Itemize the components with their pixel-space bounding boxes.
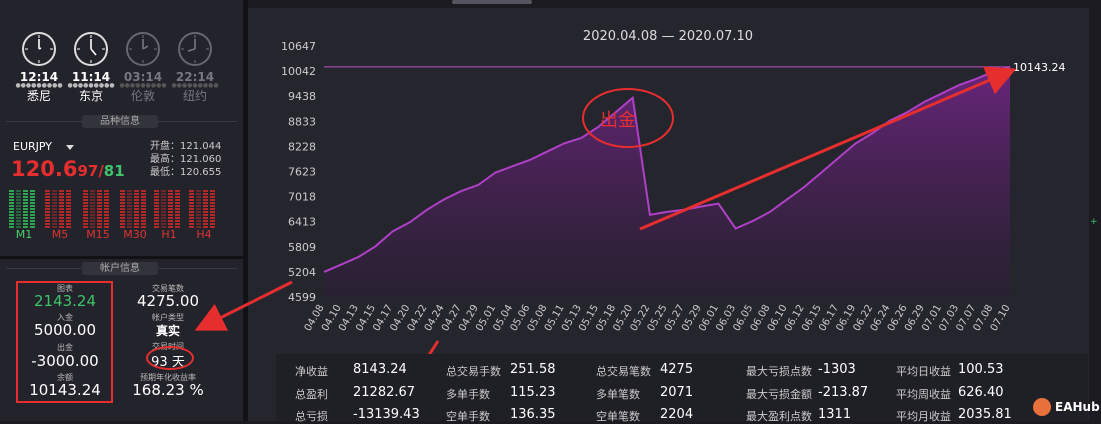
- stat-label: 多单手数: [446, 388, 490, 401]
- stat-value: -1303: [818, 362, 856, 377]
- stat-value: 8143.24: [353, 362, 407, 377]
- stat-label: 净收益: [295, 365, 328, 378]
- stat-label: 平均月收益: [896, 410, 951, 423]
- stat-label: 空单笔数: [596, 410, 640, 423]
- stat-label: 最大亏损金额: [746, 388, 812, 401]
- arrow-to-balance: [194, 280, 293, 331]
- watermark-text: EAHub: [1055, 400, 1100, 414]
- stat-value: 251.58: [510, 362, 556, 377]
- stat-value: 1311: [818, 407, 852, 422]
- scrollbar[interactable]: [1089, 8, 1101, 421]
- stat-value: 4275: [660, 362, 694, 377]
- stat-value: -13139.43: [353, 407, 420, 422]
- stat-label: 总亏损: [295, 410, 328, 423]
- stat-label: 总盈利: [295, 388, 328, 401]
- stat-label: 空单手数: [446, 410, 490, 423]
- stat-value: 21282.67: [353, 385, 416, 400]
- stat-label: 总交易笔数: [596, 365, 651, 378]
- stat-value: 2071: [660, 385, 694, 400]
- eahub-logo-icon: [1033, 398, 1051, 416]
- stat-value: 2035.81: [958, 407, 1012, 422]
- stat-value: 115.23: [510, 385, 556, 400]
- stat-label: 平均周收益: [896, 388, 951, 401]
- stat-value: 2204: [660, 407, 694, 422]
- stat-label: 最大盈利点数: [746, 410, 812, 423]
- watermark: EAHub: [1033, 396, 1100, 418]
- stat-value: 100.53: [958, 362, 1004, 377]
- plus-icon: +: [1090, 217, 1098, 227]
- stat-label: 多单笔数: [596, 388, 640, 401]
- stat-value: 136.35: [510, 407, 556, 422]
- stat-value: 626.40: [958, 385, 1004, 400]
- stat-label: 最大亏损点数: [746, 365, 812, 378]
- stat-label: 平均日收益: [896, 365, 951, 378]
- stat-label: 总交易手数: [446, 365, 501, 378]
- stat-value: -213.87: [818, 385, 869, 400]
